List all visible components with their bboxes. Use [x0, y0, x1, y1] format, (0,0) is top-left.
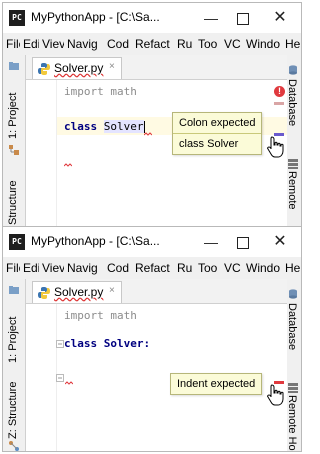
editor-tab-bar: Solver.py × — [26, 55, 287, 80]
class-declaration: class Solver: — [64, 337, 151, 350]
file-tab-solver[interactable]: Solver.py × — [32, 281, 122, 303]
menu-view[interactable]: Viev — [42, 261, 64, 275]
pycharm-app-icon: PC — [9, 10, 25, 26]
structure-icon — [9, 145, 19, 155]
pycharm-app-icon: PC — [9, 234, 25, 250]
hand-cursor-icon — [267, 384, 284, 406]
close-button[interactable]: ✕ — [265, 231, 295, 253]
error-squiggle — [144, 132, 152, 136]
python-file-icon — [38, 287, 50, 299]
error-stripe-mark[interactable] — [274, 102, 284, 105]
menu-bar: File Edi Viev Navig Cod Refact Ru Too VC… — [3, 257, 301, 280]
error-tooltip: Indent expected — [170, 373, 263, 395]
code-line-class: class Solver: — [64, 337, 150, 350]
keyword-class: class — [64, 120, 98, 133]
menu-code[interactable]: Cod — [107, 37, 132, 51]
file-tab-label: Solver.py — [54, 285, 104, 299]
menu-navigate[interactable]: Navig — [67, 37, 103, 51]
tool-tab-structure[interactable]: Z: Structure — [7, 382, 19, 439]
maximize-icon — [237, 13, 249, 26]
remote-host-icon — [288, 383, 298, 393]
tool-tab-database[interactable]: Database — [286, 303, 298, 350]
menu-code[interactable]: Cod — [107, 261, 132, 275]
menu-window[interactable]: Windo — [246, 261, 281, 275]
menu-run[interactable]: Ru — [177, 261, 194, 275]
remote-host-icon — [288, 159, 298, 169]
window-title: MyPythonApp - [C:\Sa... — [31, 10, 160, 24]
tool-tab-project[interactable]: 1: Project — [7, 317, 19, 363]
file-tab-close-icon[interactable]: × — [109, 61, 115, 72]
error-tooltip: Colon expected class Solver — [172, 112, 263, 155]
fold-marker-icon[interactable] — [56, 340, 64, 348]
menu-window[interactable]: Windo — [246, 37, 281, 51]
window-title: MyPythonApp - [C:\Sa... — [31, 234, 160, 248]
menu-tools[interactable]: Too — [198, 37, 220, 51]
menu-edit[interactable]: Edi — [23, 37, 39, 51]
tool-tab-remote[interactable]: Remote — [286, 171, 298, 210]
menu-refactor[interactable]: Refact — [135, 37, 174, 51]
menu-run[interactable]: Ru — [177, 37, 194, 51]
maximize-icon — [237, 237, 249, 250]
menu-edit[interactable]: Edi — [23, 261, 39, 275]
editor-tab-bar: Solver.py × — [26, 279, 287, 304]
editor-gutter — [26, 304, 57, 451]
menu-file[interactable]: File — [6, 37, 20, 51]
file-tab-close-icon[interactable]: × — [109, 285, 115, 296]
python-file-icon — [38, 63, 50, 75]
menu-tools[interactable]: Too — [198, 261, 220, 275]
ide-window-top: PC MyPythonApp - [C:\Sa... — ✕ File Edi … — [2, 2, 302, 228]
menu-help[interactable]: Hel — [285, 37, 301, 51]
left-tool-window-bar: 1: Project Z: Structure — [3, 279, 26, 451]
maximize-button[interactable] — [228, 231, 258, 253]
menu-file[interactable]: File — [6, 261, 20, 275]
class-name-identifier: Solver — [103, 120, 144, 133]
tooltip-message: Colon expected — [179, 117, 256, 129]
database-icon — [289, 65, 297, 75]
tool-tab-remote-host[interactable]: Remote Host — [286, 395, 298, 451]
database-icon — [289, 289, 297, 299]
menu-refactor[interactable]: Refact — [135, 261, 174, 275]
structure-icon — [9, 441, 19, 451]
minimize-button[interactable]: — — [196, 231, 226, 253]
title-bar: PC MyPythonApp - [C:\Sa... — ✕ — [3, 227, 301, 257]
hand-cursor-icon — [267, 136, 284, 158]
tool-tab-structure[interactable]: Structure — [7, 180, 19, 225]
editor-gutter — [26, 80, 57, 227]
left-tool-window-bar: 1: Project Structure — [3, 55, 26, 227]
close-button[interactable]: ✕ — [265, 7, 295, 29]
code-line-import: import math — [64, 85, 137, 98]
code-line-class: class Solver — [64, 120, 145, 133]
code-line-import: import math — [64, 309, 137, 322]
project-icon — [9, 62, 19, 70]
tool-tab-database[interactable]: Database — [286, 79, 298, 126]
menu-bar: File Edi Viev Navig Cod Refact Ru Too VC… — [3, 33, 301, 56]
tool-tab-project[interactable]: 1: Project — [7, 93, 19, 139]
error-squiggle — [64, 163, 72, 167]
fold-marker-icon[interactable] — [56, 374, 64, 382]
code-editor[interactable]: import math class Solver: Indent expecte… — [26, 304, 287, 451]
maximize-button[interactable] — [228, 7, 258, 29]
menu-vcs[interactable]: VC — [224, 261, 242, 275]
file-tab-solver[interactable]: Solver.py × — [32, 57, 122, 79]
minimize-button[interactable]: — — [196, 7, 226, 29]
menu-help[interactable]: Hel — [285, 261, 301, 275]
menu-navigate[interactable]: Navig — [67, 261, 103, 275]
code-editor[interactable]: import math class Solver ! Colon expecte… — [26, 80, 287, 227]
error-squiggle — [65, 381, 73, 385]
ide-window-bottom: PC MyPythonApp - [C:\Sa... — ✕ File Edi … — [2, 226, 302, 452]
menu-vcs[interactable]: VC — [224, 37, 242, 51]
tooltip-detail: class Solver — [173, 133, 262, 154]
tooltip-message: Indent expected — [177, 378, 256, 390]
title-bar: PC MyPythonApp - [C:\Sa... — ✕ — [3, 3, 301, 33]
file-tab-label: Solver.py — [54, 61, 104, 75]
menu-view[interactable]: Viev — [42, 37, 64, 51]
project-icon — [9, 286, 19, 294]
error-indicator-icon[interactable]: ! — [274, 86, 285, 97]
